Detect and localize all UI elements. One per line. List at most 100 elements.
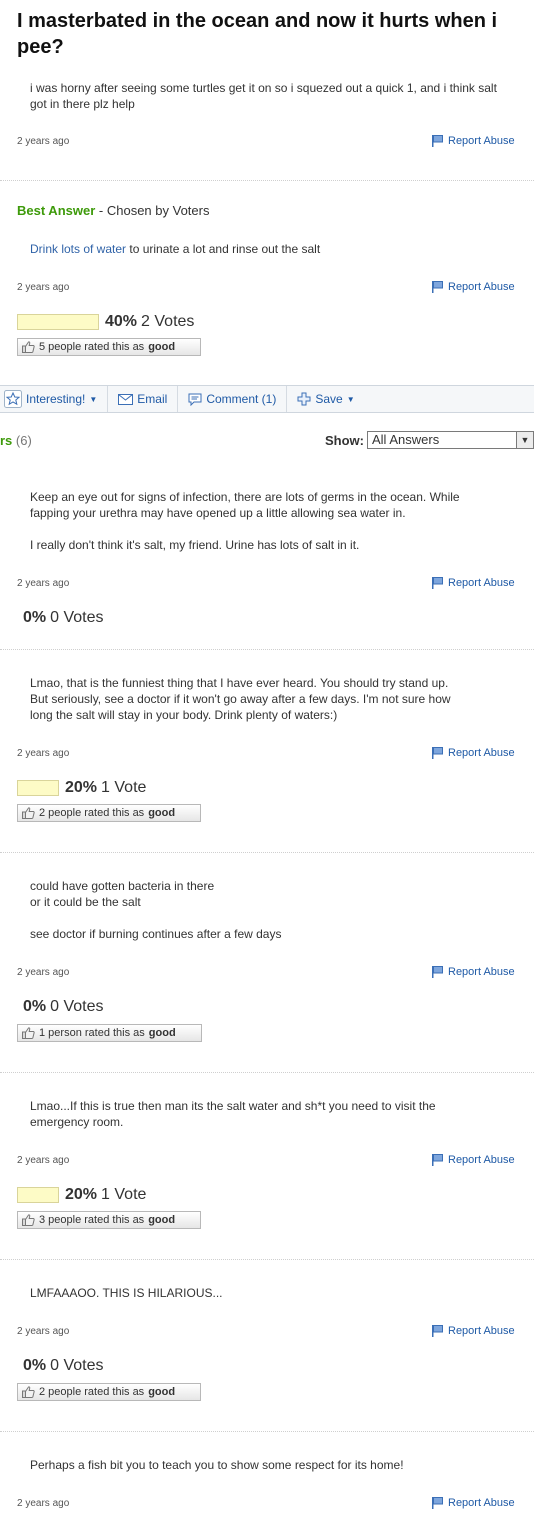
thumb-up-icon xyxy=(22,341,35,353)
vote-summary: 20% 1 Vote xyxy=(17,779,146,797)
vote-summary: 0% 0 Votes xyxy=(23,609,104,627)
rated-good-button[interactable]: 2 people rated this as good xyxy=(17,804,201,822)
vote-count: 0 Votes xyxy=(50,609,104,626)
best-answer-body: Drink lots of water to urinate a lot and… xyxy=(30,241,500,257)
report-abuse-link[interactable]: Report Abuse xyxy=(432,577,515,589)
answer-blank-line xyxy=(30,910,510,926)
vote-percent: 0% xyxy=(23,1357,47,1374)
answer-time: 2 years ago xyxy=(17,748,70,759)
report-abuse-link[interactable]: Report Abuse xyxy=(432,966,515,978)
answer-time: 2 years ago xyxy=(17,578,70,589)
chosen-by-voters: - Chosen by Voters xyxy=(98,203,210,218)
chevron-down-icon: ▼ xyxy=(516,432,533,448)
report-abuse-label: Report Abuse xyxy=(448,577,515,589)
flag-icon xyxy=(432,281,443,293)
vote-count: 0 Votes xyxy=(50,1357,104,1374)
report-abuse-link[interactable]: Report Abuse xyxy=(432,281,515,293)
best-answer-time: 2 years ago xyxy=(17,282,70,293)
divider xyxy=(0,852,534,853)
save-label: Save xyxy=(315,392,343,406)
answer-line: Lmao, that is the funniest thing that I … xyxy=(30,676,449,690)
thumb-up-icon xyxy=(22,807,35,819)
divider xyxy=(0,180,534,181)
report-abuse-link[interactable]: Report Abuse xyxy=(432,747,515,759)
report-abuse-link[interactable]: Report Abuse xyxy=(432,135,515,147)
report-abuse-link[interactable]: Report Abuse xyxy=(432,1154,515,1166)
rated-text: 2 people rated this as xyxy=(39,1386,145,1398)
rated-text: 1 person rated this as xyxy=(39,1027,145,1039)
interesting-button[interactable]: Interesting! ▼ xyxy=(0,386,109,412)
answer-line: Perhaps a fish bit you to teach you to s… xyxy=(30,1458,404,1472)
vote-percent: 20% xyxy=(65,1186,98,1203)
rated-text: 5 people rated this as xyxy=(39,341,145,353)
rated-good-button[interactable]: 1 person rated this as good xyxy=(17,1024,202,1042)
rated-good-button[interactable]: 5 people rated this as good xyxy=(17,338,201,356)
answer-line: or it could be the salt xyxy=(30,895,141,909)
vote-count: 1 Vote xyxy=(101,779,147,796)
report-abuse-label: Report Abuse xyxy=(448,1325,515,1337)
save-button[interactable]: Save ▼ xyxy=(287,386,364,412)
answer-line: I really don't think it's salt, my frien… xyxy=(30,538,360,552)
vote-count: 1 Vote xyxy=(101,1186,147,1203)
report-abuse-label: Report Abuse xyxy=(448,747,515,759)
report-abuse-link[interactable]: Report Abuse xyxy=(432,1325,515,1337)
vote-summary: 40% 2 Votes xyxy=(17,313,194,331)
vote-percent: 0% xyxy=(23,998,47,1015)
answer-line: emergency room. xyxy=(30,1115,124,1129)
report-abuse-label: Report Abuse xyxy=(448,1154,515,1166)
thumb-up-icon xyxy=(22,1027,35,1039)
comment-icon xyxy=(188,393,202,406)
answer-time: 2 years ago xyxy=(17,967,70,978)
rated-good-button[interactable]: 2 people rated this as good xyxy=(17,1383,201,1401)
divider xyxy=(0,649,534,650)
show-label: Show: xyxy=(325,433,364,448)
answers-heading-label: rs xyxy=(0,433,13,448)
divider xyxy=(0,1259,534,1260)
answer-line: Keep an eye out for signs of infection, … xyxy=(30,490,460,504)
comment-button[interactable]: Comment (1) xyxy=(178,386,288,412)
answer-body: Lmao...If this is true then man its the … xyxy=(30,1098,510,1130)
email-button[interactable]: Email xyxy=(108,386,179,412)
rated-good: good xyxy=(148,1386,176,1398)
answers-count: (6) xyxy=(15,433,32,448)
rated-good-button[interactable]: 3 people rated this as good xyxy=(17,1211,201,1229)
flag-icon xyxy=(432,1325,443,1337)
report-abuse-link[interactable]: Report Abuse xyxy=(432,1497,515,1509)
answer-body: Perhaps a fish bit you to teach you to s… xyxy=(30,1457,510,1473)
answer-line: LMFAAAOO. THIS IS HILARIOUS... xyxy=(30,1286,223,1300)
vote-summary: 0% 0 Votes xyxy=(23,998,104,1016)
answer-body: could have gotten bacteria in there or i… xyxy=(30,878,510,942)
chevron-down-icon: ▼ xyxy=(346,394,355,404)
answer-time: 2 years ago xyxy=(17,1498,70,1509)
rated-good: good xyxy=(148,341,176,353)
answers-filter-select[interactable]: All Answers ▼ xyxy=(367,431,534,449)
thumb-up-icon xyxy=(22,1386,35,1398)
report-abuse-label: Report Abuse xyxy=(448,1497,515,1509)
flag-icon xyxy=(432,966,443,978)
answers-heading: rs (6) xyxy=(0,433,32,448)
flag-icon xyxy=(432,135,443,147)
vote-summary: 0% 0 Votes xyxy=(23,1357,104,1375)
answers-filter-value: All Answers xyxy=(372,432,440,447)
best-answer-rest: to urinate a lot and rinse out the salt xyxy=(126,242,321,256)
question-body: i was horny after seeing some turtles ge… xyxy=(30,81,497,111)
answer-body: Lmao, that is the funniest thing that I … xyxy=(30,675,510,723)
answer-time: 2 years ago xyxy=(17,1155,70,1166)
rated-text: 2 people rated this as xyxy=(39,807,145,819)
best-answer-link[interactable]: Drink lots of water xyxy=(30,242,126,256)
best-answer-label: Best Answer xyxy=(17,203,96,218)
star-icon xyxy=(4,390,22,408)
vote-count: 0 Votes xyxy=(50,998,104,1015)
email-icon xyxy=(118,393,134,405)
question-title: I masterbated in the ocean and now it hu… xyxy=(17,10,498,58)
divider xyxy=(0,1072,534,1073)
rated-good: good xyxy=(148,1027,176,1039)
report-abuse-label: Report Abuse xyxy=(448,966,515,978)
question-time: 2 years ago xyxy=(17,136,70,147)
vote-summary: 20% 1 Vote xyxy=(17,1186,146,1204)
vote-bar xyxy=(17,314,99,330)
flag-icon xyxy=(432,747,443,759)
answer-blank-line xyxy=(30,521,510,537)
answer-line: see doctor if burning continues after a … xyxy=(30,927,282,941)
report-abuse-label: Report Abuse xyxy=(448,135,515,147)
